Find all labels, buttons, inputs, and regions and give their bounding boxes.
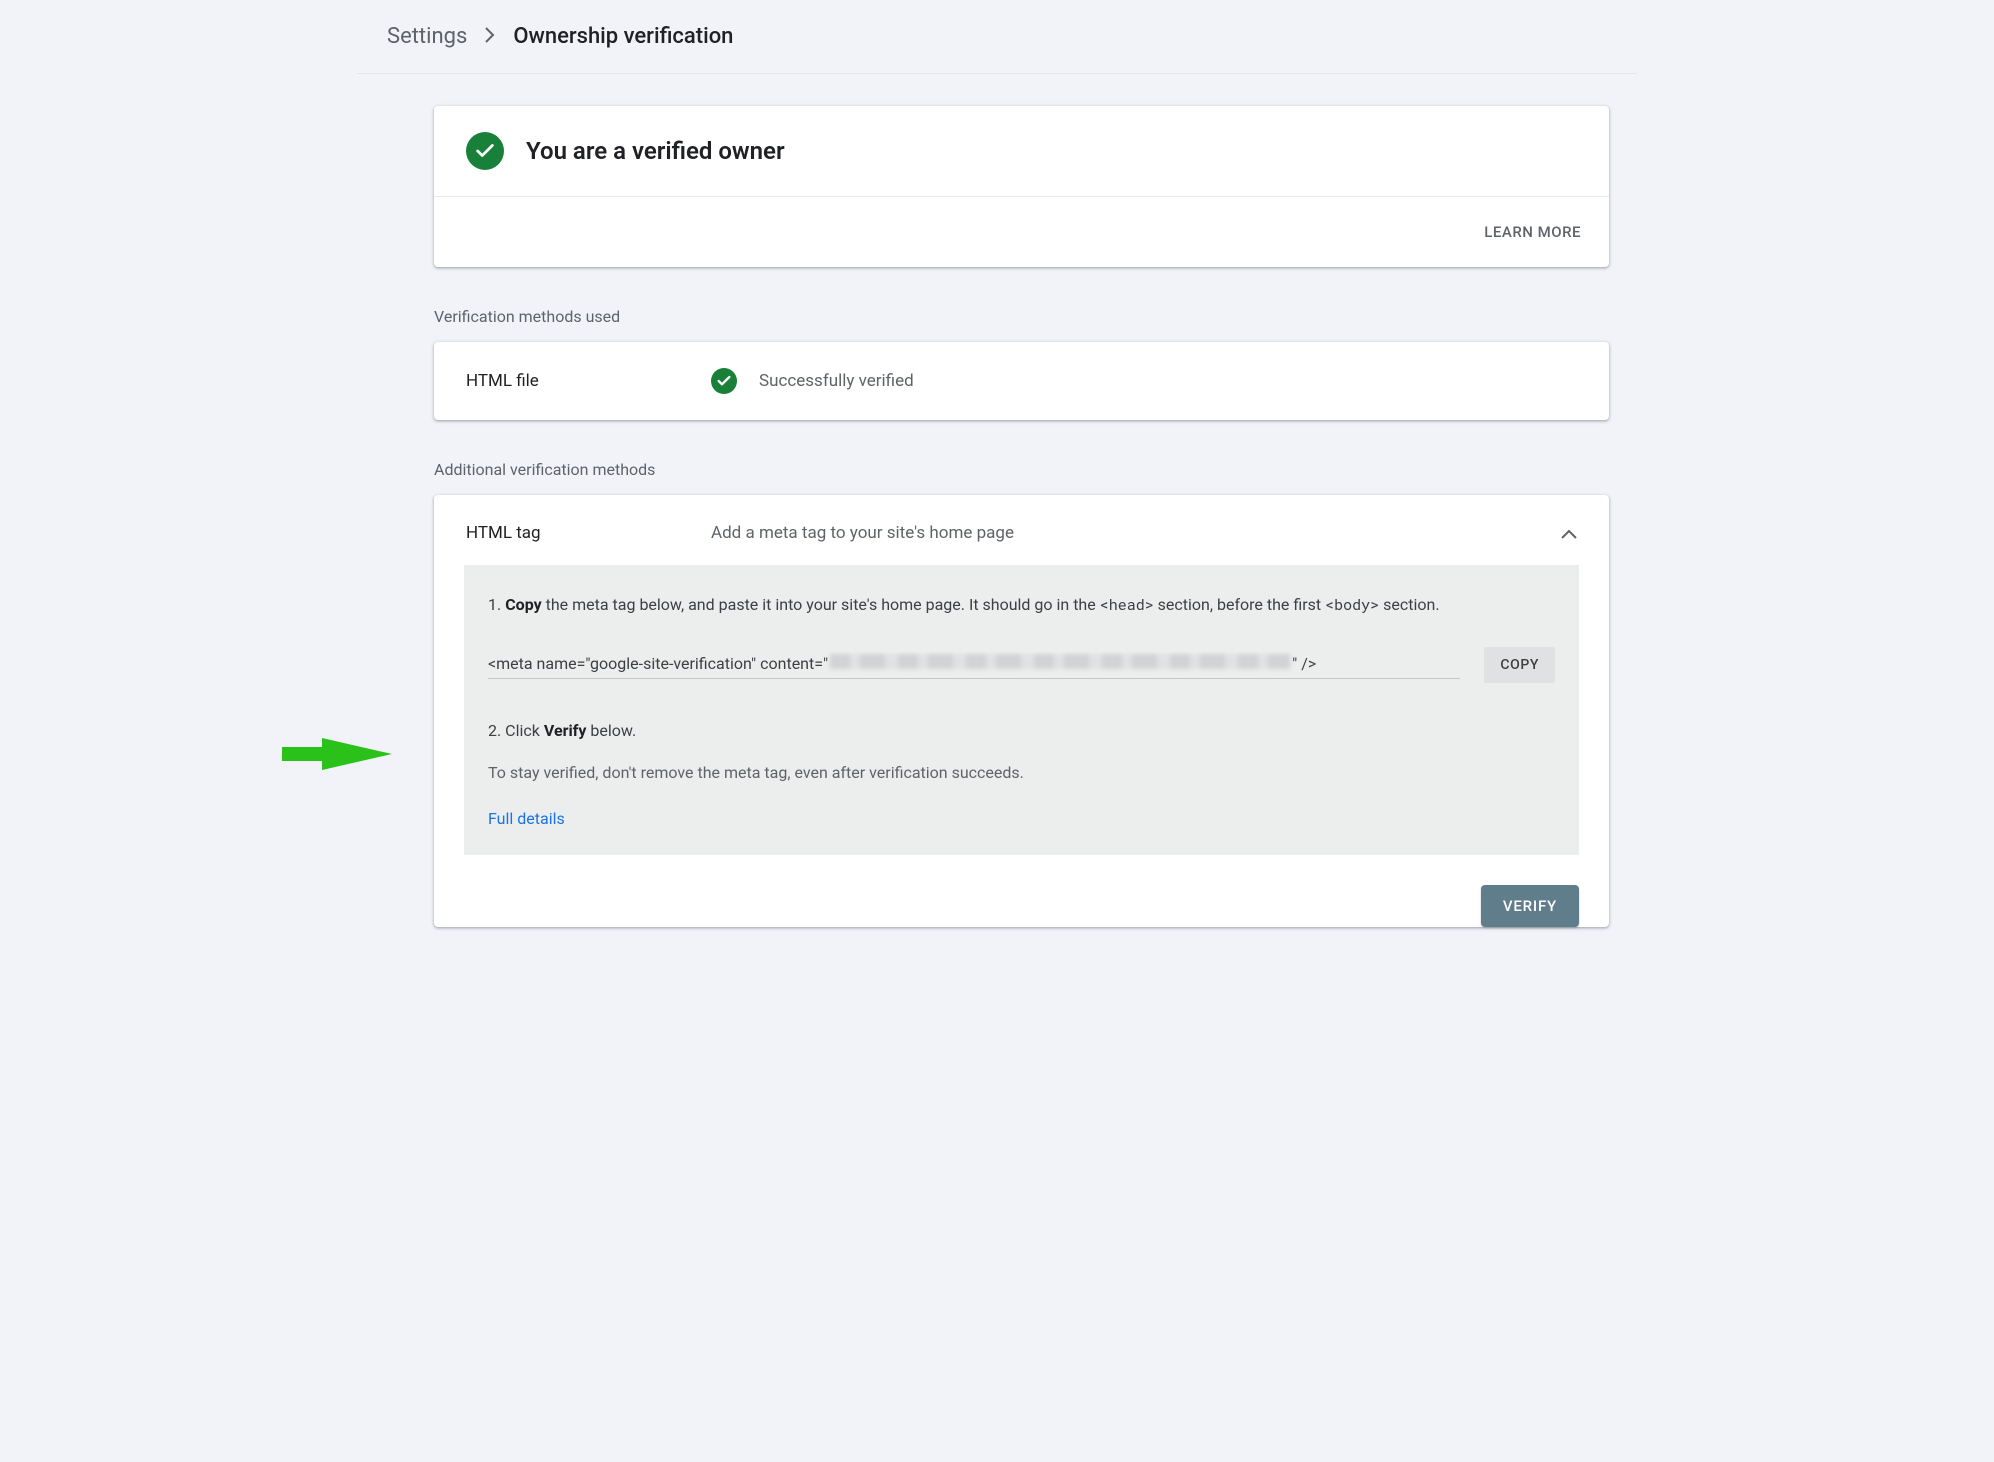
checkmark-icon xyxy=(466,132,504,170)
arrow-annotation-icon xyxy=(282,734,392,774)
method-name-html-file: HTML file xyxy=(466,371,711,391)
breadcrumb-settings[interactable]: Settings xyxy=(387,24,467,49)
html-tag-card: HTML tag Add a meta tag to your site's h… xyxy=(434,495,1609,927)
used-method-card: HTML file Successfully verified xyxy=(434,342,1609,420)
meta-tag-code[interactable]: <meta name="google-site-verification" co… xyxy=(488,652,1460,679)
used-methods-label: Verification methods used xyxy=(434,307,1609,326)
step-2: 2. Click Verify below. xyxy=(488,719,1555,743)
verify-button[interactable]: VERIFY xyxy=(1481,885,1579,927)
additional-methods-label: Additional verification methods xyxy=(434,460,1609,479)
copy-button[interactable]: COPY xyxy=(1484,647,1555,683)
method-name-html-tag: HTML tag xyxy=(466,523,711,543)
status-card: You are a verified owner LEARN MORE xyxy=(434,106,1609,267)
checkmark-icon xyxy=(711,368,737,394)
verified-owner-title: You are a verified owner xyxy=(526,137,785,165)
chevron-right-icon xyxy=(485,24,495,49)
breadcrumb: Settings Ownership verification xyxy=(357,0,1637,74)
redacted-token xyxy=(830,654,1290,669)
learn-more-button[interactable]: LEARN MORE xyxy=(1474,215,1591,249)
breadcrumb-current: Ownership verification xyxy=(513,24,733,49)
full-details-link[interactable]: Full details xyxy=(488,809,565,828)
html-tag-expand-header[interactable]: HTML tag Add a meta tag to your site's h… xyxy=(434,495,1609,565)
method-status: Successfully verified xyxy=(759,371,914,391)
html-tag-instructions: 1. Copy the meta tag below, and paste it… xyxy=(464,565,1579,855)
chevron-up-icon xyxy=(1561,524,1577,543)
stay-verified-note: To stay verified, don't remove the meta … xyxy=(488,761,1555,785)
step-1: 1. Copy the meta tag below, and paste it… xyxy=(488,593,1555,617)
method-desc: Add a meta tag to your site's home page xyxy=(711,523,1561,543)
